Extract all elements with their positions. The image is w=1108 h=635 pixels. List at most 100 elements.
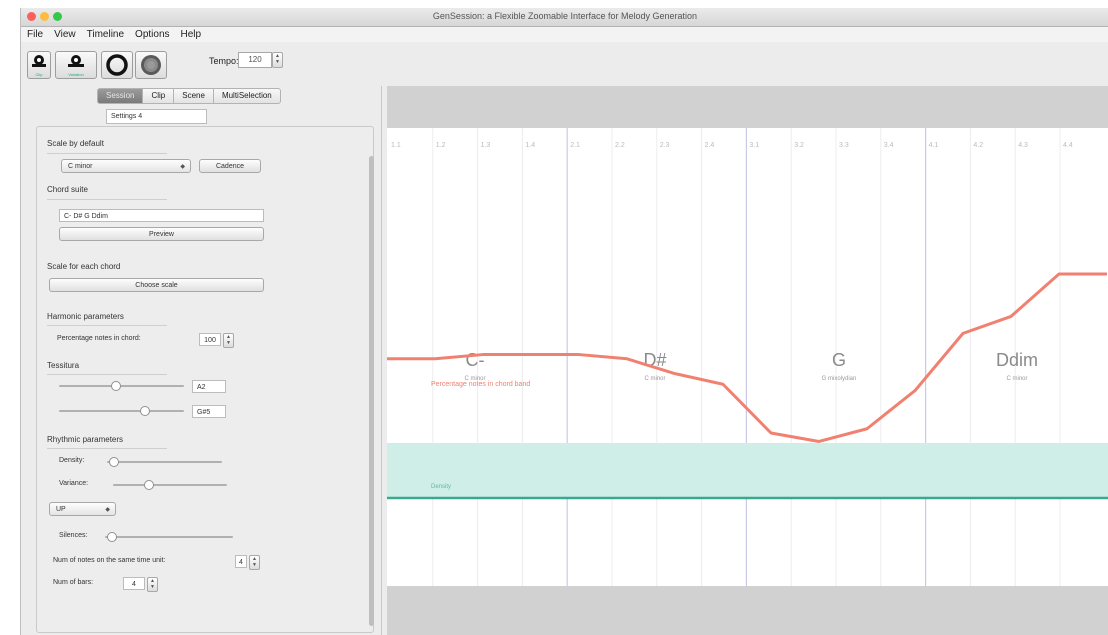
tessitura-high-input[interactable]: G#5 [192, 405, 226, 418]
timeline-view[interactable]: 1.1 1.2 1.3 1.4 2.1 2.2 2.3 2.4 3.1 3.2 3.3 3.4 4.1 4… [387, 86, 1108, 635]
density-band-label: Density [431, 484, 451, 490]
beat-tick-label: 2.4 [705, 142, 715, 149]
cadence-button[interactable]: Cadence [199, 159, 261, 173]
tab-session[interactable]: Session [97, 88, 144, 104]
menu-options[interactable]: Options [135, 27, 169, 42]
tab-clip[interactable]: Clip [143, 88, 175, 104]
percentage-label: Percentage notes in chord: [57, 335, 141, 342]
stop-circle-icon [141, 55, 161, 75]
harmonic-heading: Harmonic parameters [47, 312, 124, 321]
notes-same-time-stepper[interactable]: ▲ ▼ [249, 555, 260, 570]
percentage-input[interactable]: 100 [199, 333, 221, 346]
chord-suite-input[interactable]: C- D# G Ddim [59, 209, 264, 222]
chord-scale-label: C minor [1006, 376, 1027, 382]
variance-thumb[interactable] [144, 480, 155, 490]
chevron-updown-icon: ◆ [105, 507, 110, 513]
settings-name-field[interactable]: Settings 4 [106, 109, 207, 124]
session-settings: Scale by default C minor ◆ Cadence Chord… [36, 126, 374, 633]
title-bar: GenSession: a Flexible Zoomable Interfac… [21, 8, 1108, 27]
play-circle-icon [106, 54, 128, 76]
tempo-stepper[interactable]: ▲ ▼ [272, 52, 283, 68]
divider [47, 448, 167, 449]
menu-timeline[interactable]: Timeline [87, 27, 124, 42]
tessitura-heading: Tessitura [47, 361, 80, 370]
preview-button[interactable]: Preview [59, 227, 264, 241]
chord-scale-label: C minor [644, 376, 665, 382]
scale-each-heading: Scale for each chord [47, 262, 121, 271]
note-variation-icon [68, 55, 84, 67]
beat-tick-label: 1.3 [481, 142, 491, 149]
silences-thumb[interactable] [107, 532, 118, 542]
app-window: GenSession: a Flexible Zoomable Interfac… [20, 8, 1108, 635]
tessitura-high-slider[interactable] [59, 410, 184, 412]
new-variation-button[interactable]: Variation [55, 51, 97, 79]
divider [47, 325, 167, 326]
choose-scale-button[interactable]: Choose scale [49, 278, 264, 292]
notes-same-time-label: Num of notes on the same time unit: [53, 557, 166, 564]
density-thumb[interactable] [109, 457, 120, 467]
chord-band-label: Percentage notes in chord band [431, 381, 530, 388]
new-variation-caption: Variation [68, 72, 84, 77]
percentage-stepper[interactable]: ▲ ▼ [223, 333, 234, 348]
settings-panel: Session Clip Scene MultiSelection Settin… [21, 86, 382, 635]
beat-tick-label: 2.1 [570, 142, 580, 149]
silences-label: Silences: [59, 532, 88, 539]
chevron-down-icon: ▼ [252, 562, 257, 568]
menu-file[interactable]: File [27, 27, 43, 42]
density-slider[interactable] [107, 461, 222, 463]
beat-tick-label: 4.3 [1018, 142, 1028, 149]
new-clip-caption: Clip [35, 72, 43, 77]
new-clip-button[interactable]: Clip [27, 51, 51, 79]
num-bars-stepper[interactable]: ▲ ▼ [147, 577, 158, 592]
num-bars-input[interactable]: 4 [123, 577, 145, 590]
window-title: GenSession: a Flexible Zoomable Interfac… [432, 11, 698, 21]
panel-scrollbar[interactable] [369, 156, 374, 626]
rhythmic-heading: Rhythmic parameters [47, 435, 124, 444]
tempo-input[interactable]: 120 [238, 52, 272, 68]
beat-tick-label: 2.3 [660, 142, 670, 149]
menu-view[interactable]: View [54, 27, 76, 42]
beat-tick-label: 2.2 [615, 142, 625, 149]
chevron-down-icon: ▼ [226, 340, 231, 346]
chevron-down-icon: ▼ [150, 584, 155, 590]
beat-tick-label: 4.1 [929, 142, 939, 149]
beat-tick-label: 4.2 [973, 142, 983, 149]
chevron-updown-icon: ◆ [180, 164, 185, 170]
variance-slider[interactable] [113, 484, 227, 486]
scale-select-value: C minor [68, 163, 93, 170]
tab-multiselection[interactable]: MultiSelection [213, 88, 281, 104]
num-bars-label: Num of bars: [53, 579, 94, 586]
tessitura-low-slider[interactable] [59, 385, 184, 387]
chord-name-label: G [832, 350, 846, 370]
notes-same-time-input[interactable]: 4 [235, 555, 247, 568]
beat-tick-label: 4.4 [1063, 142, 1073, 149]
scale-default-heading: Scale by default [47, 139, 104, 148]
beat-tick-label: 1.1 [391, 142, 401, 149]
silences-slider[interactable] [105, 536, 233, 538]
toolbar: Clip Variation Tempo: 120 ▲ ▼ [21, 43, 1108, 85]
beat-tick-label: 3.2 [794, 142, 804, 149]
play-button[interactable] [101, 51, 133, 79]
chord-name-label: C- [466, 350, 485, 370]
direction-select[interactable]: UP ◆ [49, 502, 116, 516]
melody-timeline[interactable]: 1.1 1.2 1.3 1.4 2.1 2.2 2.3 2.4 3.1 3.2 3.3 3.4 4.1 4… [387, 86, 1108, 635]
beat-tick-label: 3.3 [839, 142, 849, 149]
tessitura-low-thumb[interactable] [110, 381, 121, 391]
stop-button[interactable] [135, 51, 167, 79]
beat-tick-label: 3.1 [749, 142, 759, 149]
tessitura-low-input[interactable]: A2 [192, 380, 226, 393]
density-label: Density: [59, 457, 85, 464]
tab-scene[interactable]: Scene [174, 88, 214, 104]
divider [47, 374, 167, 375]
menu-bar: File View Timeline Options Help [21, 27, 1108, 42]
divider [47, 153, 167, 154]
tessitura-high-thumb[interactable] [139, 406, 150, 416]
panel-tabs: Session Clip Scene MultiSelection [97, 88, 281, 104]
direction-select-value: UP [56, 506, 66, 513]
chord-scale-label: G mixolydian [822, 376, 857, 382]
beat-tick-label: 3.4 [884, 142, 894, 149]
scale-select[interactable]: C minor ◆ [61, 159, 191, 173]
menu-help[interactable]: Help [181, 27, 202, 42]
beat-tick-label: 1.4 [525, 142, 535, 149]
beat-tick-label: 1.2 [436, 142, 446, 149]
